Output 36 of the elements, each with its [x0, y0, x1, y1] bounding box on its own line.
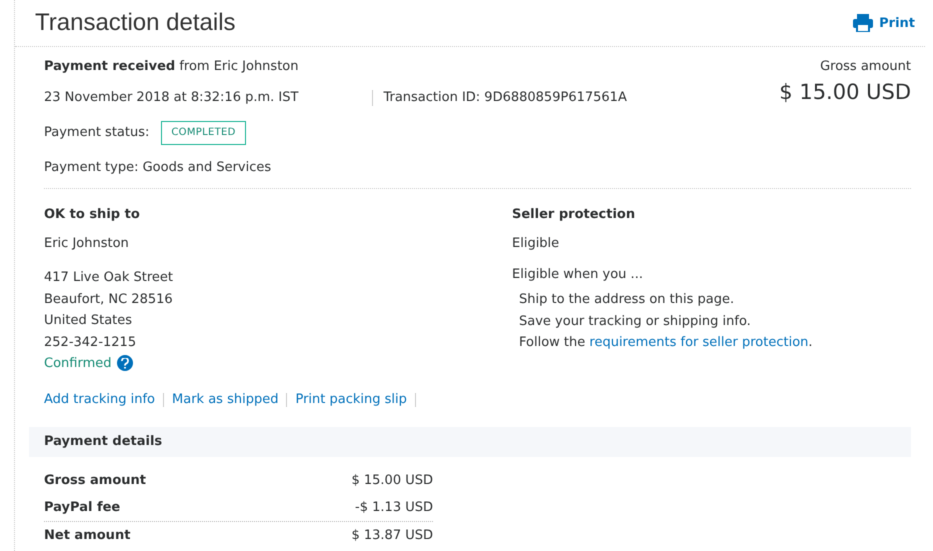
section-heading: Payment details — [29, 426, 911, 456]
address-line: 417 Live Oak Street — [44, 269, 174, 287]
address-line: Beaufort, NC 28516 — [44, 290, 174, 308]
status-badge: COMPLETED — [161, 121, 246, 145]
section-heading: OK to ship to — [44, 207, 141, 222]
protection-step: Save your tracking or shipping info. — [519, 310, 911, 332]
protection-intro: Eligible when you ... — [512, 267, 644, 283]
protection-step: Follow the requirements for seller protection. — [519, 332, 911, 354]
print-button[interactable]: Print — [853, 14, 915, 32]
address-line: 252-342-1215 — [44, 334, 138, 352]
detail-value: -$ 1.13 USD — [355, 498, 433, 516]
protection-status: Eligible — [512, 236, 560, 252]
payment-headline: Payment received from Eric Johnston — [44, 59, 300, 75]
page-title: Transaction details — [35, 9, 236, 37]
transaction-id: Transaction ID: 9D6880859P617561A — [372, 90, 627, 106]
detail-value: $ 15.00 USD — [351, 472, 433, 490]
action-link[interactable]: Print packing slip — [295, 392, 416, 406]
recipient-name: Eric Johnston — [44, 236, 130, 252]
section-heading: Seller protection — [512, 207, 636, 222]
payment-type: Payment type: Goods and Services — [44, 160, 272, 176]
detail-label: Net amount — [44, 526, 130, 544]
status-label: Payment status: — [44, 125, 150, 141]
detail-value: $ 13.87 USD — [351, 526, 433, 544]
action-link[interactable]: Add tracking info — [44, 392, 164, 406]
action-link[interactable]: Mark as shipped — [172, 392, 288, 406]
detail-label: Gross amount — [44, 472, 146, 490]
help-icon[interactable] — [116, 355, 132, 372]
payment-date: 23 November 2018 at 8:32:16 p.m. IST — [44, 90, 298, 106]
seller-protection-link[interactable]: requirements for seller protection — [589, 335, 808, 350]
gross-amount: $ 15.00 USD — [779, 80, 911, 104]
printer-icon — [853, 14, 874, 32]
confirmed-status: Confirmed — [44, 356, 112, 371]
amount-label: Gross amount — [819, 59, 911, 74]
detail-label: PayPal fee — [44, 498, 120, 516]
protection-step: Ship to the address on this page. — [519, 289, 911, 310]
address-line: United States — [44, 312, 134, 330]
